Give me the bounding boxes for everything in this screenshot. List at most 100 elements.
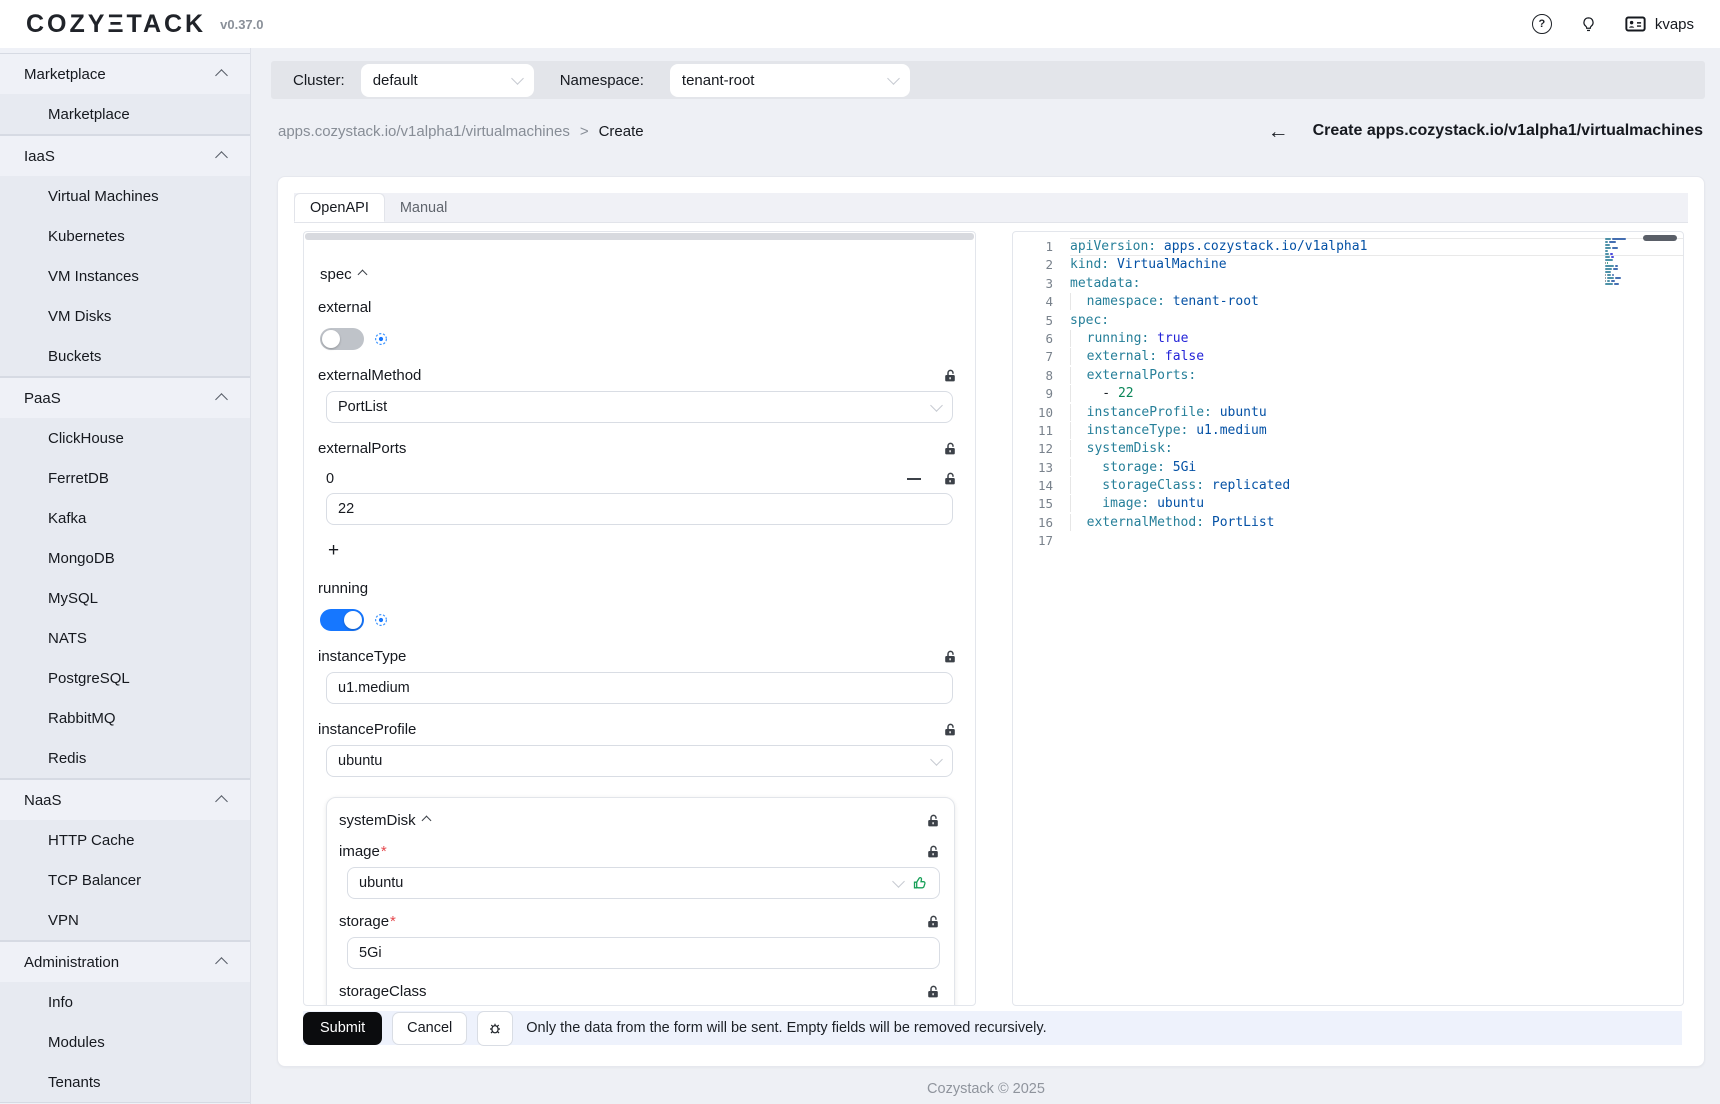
sidebar-item-http-cache[interactable]: HTTP Cache [0,820,250,860]
sidebar-item-marketplace[interactable]: Marketplace [0,94,250,134]
code-line[interactable]: 5spec: [1013,312,1683,330]
unlock-icon[interactable] [943,442,957,456]
sidebar-item-buckets[interactable]: Buckets [0,336,250,376]
sidebar-section-header-marketplace[interactable]: Marketplace [0,53,250,94]
sidebar-item-mongodb[interactable]: MongoDB [0,538,250,578]
sidebar-item-tenants[interactable]: Tenants [0,1062,250,1102]
breadcrumb-link[interactable]: apps.cozystack.io/v1alpha1/virtualmachin… [278,123,570,140]
code-line[interactable]: 17 [1013,532,1683,550]
unlock-icon[interactable] [943,650,957,664]
minimap-line [1605,247,1657,249]
indent-guide [1070,330,1087,347]
line-number: 11 [1013,422,1070,440]
instanceProfile-select[interactable]: ubuntu [326,745,953,777]
code-line[interactable]: 11instanceType: u1.medium [1013,422,1683,440]
unlock-icon[interactable] [926,845,940,859]
help-icon[interactable]: ? [1532,14,1552,34]
editor-scrollbar-thumb[interactable] [1643,235,1677,241]
app-logo[interactable]: COZYΞTACK [26,10,206,39]
editor-minimap[interactable] [1605,238,1657,289]
code-area[interactable]: 1apiVersion: apps.cozystack.io/v1alpha12… [1013,232,1683,551]
token-bool: true [1149,331,1188,346]
code-line[interactable]: 1apiVersion: apps.cozystack.io/v1alpha1 [1013,238,1683,256]
sidebar-item-virtual-machines[interactable]: Virtual Machines [0,176,250,216]
reset-default-icon[interactable] [374,332,388,346]
sidebar-item-nats[interactable]: NATS [0,618,250,658]
back-arrow-icon[interactable]: ← [1268,121,1289,142]
line-number: 10 [1013,404,1070,422]
code-line[interactable]: 7external: false [1013,348,1683,366]
sidebar-item-info[interactable]: Info [0,982,250,1022]
sidebar-item-kubernetes[interactable]: Kubernetes [0,216,250,256]
externalMethod-select[interactable]: PortList [326,391,953,423]
thumbs-up-icon[interactable] [912,875,928,891]
cluster-select[interactable]: default [361,64,534,97]
running-toggle[interactable] [320,609,364,631]
code-line[interactable]: 14 storageClass: replicated [1013,477,1683,495]
sidebar-item-kafka[interactable]: Kafka [0,498,250,538]
unlock-icon[interactable] [926,915,940,929]
sidebar-section-header-naas[interactable]: NaaS [0,779,250,820]
code-line[interactable]: 3metadata: [1013,275,1683,293]
remove-item-icon[interactable] [907,478,921,480]
sidebar-section-header-paas[interactable]: PaaS [0,377,250,418]
image-select[interactable]: ubuntu [347,867,940,899]
token-key: storageClass: [1102,478,1204,493]
sidebar-item-postgresql[interactable]: PostgreSQL [0,658,250,698]
code-line[interactable]: 12systemDisk: [1013,440,1683,458]
sidebar-item-vm-disks[interactable]: VM Disks [0,296,250,336]
code-line[interactable]: 16externalMethod: PortList [1013,514,1683,532]
debug-button[interactable] [477,1011,513,1046]
code-line[interactable]: 15 image: ubuntu [1013,495,1683,513]
add-item-button[interactable]: + [328,541,344,560]
instanceType-input[interactable] [326,672,953,704]
id-card-icon [1625,16,1646,32]
sidebar-item-tcp-balancer[interactable]: TCP Balancer [0,860,250,900]
sidebar-item-vpn[interactable]: VPN [0,900,250,940]
sidebar-section-header-iaas[interactable]: IaaS [0,135,250,176]
footer: Cozystack © 2025 [252,1081,1720,1097]
code-line[interactable]: 8externalPorts: [1013,367,1683,385]
namespace-select[interactable]: tenant-root [670,64,910,97]
unlock-icon[interactable] [943,369,957,383]
sidebar-item-vm-instances[interactable]: VM Instances [0,256,250,296]
storage-input[interactable] [347,937,940,969]
code-line[interactable]: 13 storage: 5Gi [1013,459,1683,477]
lightbulb-icon[interactable] [1580,16,1597,33]
externalPorts-item-index: 0 [326,471,334,487]
external-toggle[interactable] [320,328,364,350]
sidebar-section-header-administration[interactable]: Administration [0,941,250,982]
systemDisk-section-header[interactable]: systemDisk [339,812,430,829]
sidebar-item-mysql[interactable]: MySQL [0,578,250,618]
minimap-segment [1609,241,1617,243]
spec-section-header[interactable]: spec [320,266,957,283]
tab-openapi[interactable]: OpenAPI [294,193,385,222]
code-line[interactable]: 4namespace: tenant-root [1013,293,1683,311]
submit-button[interactable]: Submit [303,1012,382,1045]
instanceType-label: instanceType [318,648,406,665]
sidebar-item-rabbitmq[interactable]: RabbitMQ [0,698,250,738]
sidebar-item-clickhouse[interactable]: ClickHouse [0,418,250,458]
form-scrollbar[interactable] [305,233,974,240]
unlock-icon[interactable] [926,985,940,999]
code-line[interactable]: 10instanceProfile: ubuntu [1013,404,1683,422]
chevron-down-icon [930,753,943,766]
yaml-editor[interactable]: 1apiVersion: apps.cozystack.io/v1alpha12… [1012,231,1684,1006]
sidebar-item-ferretdb[interactable]: FerretDB [0,458,250,498]
code-line[interactable]: 2kind: VirtualMachine [1013,256,1683,274]
sidebar-item-redis[interactable]: Redis [0,738,250,778]
cancel-button[interactable]: Cancel [392,1012,467,1045]
indent-guide [1070,459,1087,476]
user-menu[interactable]: kvaps [1625,16,1694,33]
sidebar-item-label: ClickHouse [48,430,124,447]
unlock-icon[interactable] [943,723,957,737]
unlock-icon[interactable] [943,472,957,486]
sidebar-item-modules[interactable]: Modules [0,1022,250,1062]
externalPorts-item-input[interactable] [326,493,953,525]
unlock-icon[interactable] [926,814,940,828]
sidebar-item-label: Kubernetes [48,228,125,245]
reset-default-icon[interactable] [374,613,388,627]
code-line[interactable]: 6running: true [1013,330,1683,348]
code-line[interactable]: 9 - 22 [1013,385,1683,403]
tab-manual[interactable]: Manual [385,193,463,222]
